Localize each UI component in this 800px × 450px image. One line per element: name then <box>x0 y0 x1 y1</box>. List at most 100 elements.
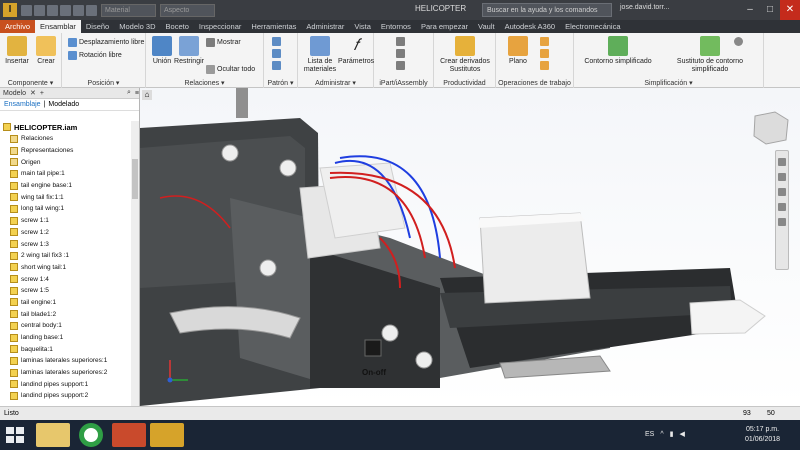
arrow-up-icon[interactable]: ^ <box>660 431 663 438</box>
mirror-button[interactable] <box>272 49 281 58</box>
tab-modelo-3d[interactable]: Modelo 3D <box>114 20 160 33</box>
maximize-button[interactable]: □ <box>760 0 780 20</box>
minimize-button[interactable]: – <box>740 0 760 20</box>
file-explorer-icon[interactable] <box>36 423 70 447</box>
tree-item[interactable]: tail engine base:1 <box>0 180 132 192</box>
tree-item-representaciones[interactable]: Representaciones <box>0 145 132 157</box>
panel-label-simplificacion[interactable]: Simplificación ▾ <box>574 79 763 87</box>
tree-item[interactable]: screw 1:3 <box>0 238 132 250</box>
home-icon[interactable] <box>86 4 97 16</box>
tab-herramientas[interactable]: Herramientas <box>246 20 301 33</box>
tree-item[interactable]: screw 1:5 <box>0 285 132 297</box>
pattern-button[interactable] <box>272 37 281 46</box>
look-at-icon[interactable] <box>778 218 786 226</box>
scroll-thumb[interactable] <box>132 159 138 199</box>
axis-button[interactable] <box>540 37 549 46</box>
tab-entornos[interactable]: Entornos <box>376 20 416 33</box>
powerpoint-icon[interactable] <box>112 423 146 447</box>
tab-archivo[interactable]: Archivo <box>0 20 36 33</box>
tree-item[interactable]: baquelita:1 <box>0 343 132 355</box>
tab-inspeccionar[interactable]: Inspeccionar <box>194 20 247 33</box>
mostrar-button[interactable]: Mostrar <box>206 38 241 47</box>
tree-item[interactable]: landind pipes support:1 <box>0 378 132 390</box>
tree-item[interactable]: tail blade1:2 <box>0 308 132 320</box>
panel-label-relaciones[interactable]: Relaciones ▾ <box>146 79 263 87</box>
viewcube-icon[interactable] <box>753 111 789 145</box>
tree-item-origen[interactable]: Origen <box>0 156 132 168</box>
browser-menu-button[interactable]: ≡ <box>135 90 139 97</box>
graphics-viewport[interactable]: ⌂ On-off <box>140 88 800 406</box>
clock[interactable]: 05:17 p.m. 01/06/2018 <box>745 425 780 445</box>
tab-vault[interactable]: Vault <box>473 20 500 33</box>
close-button[interactable]: ✕ <box>780 0 800 20</box>
language-indicator[interactable]: ES <box>645 431 654 438</box>
panel-label-componente[interactable]: Componente ▾ <box>0 79 61 87</box>
open-file-icon[interactable] <box>34 4 45 16</box>
tree-item[interactable]: screw 1:2 <box>0 227 132 239</box>
tree-item[interactable]: laminas laterales superiores:2 <box>0 367 132 379</box>
ocultar-todo-button[interactable]: Ocultar todo <box>206 65 255 74</box>
sustituto-contorno-button[interactable]: Sustituto de contorno simplificado <box>660 36 760 74</box>
parametros-button[interactable]: 𝑓 Parámetros <box>338 36 374 66</box>
ipart-button[interactable] <box>396 37 405 46</box>
tree-item[interactable]: central body:1 <box>0 320 132 332</box>
appearance-combo[interactable]: Aspecto <box>160 3 215 17</box>
tree-item[interactable]: screw 1:1 <box>0 215 132 227</box>
help-search-input[interactable]: Buscar en la ayuda y los comandos <box>482 3 612 17</box>
browser-search-button[interactable]: ⌕ <box>127 89 131 97</box>
steering-wheel-icon[interactable] <box>778 158 786 166</box>
insertar-button[interactable]: Insertar <box>4 36 30 66</box>
contorno-simplificado-button[interactable]: Contorno simplificado <box>578 36 658 66</box>
tree-item-relaciones[interactable]: Relaciones <box>0 133 132 145</box>
tree-item[interactable]: 2 wing tail fix3 :1 <box>0 250 132 262</box>
point-button[interactable] <box>540 49 549 58</box>
browser-add-button[interactable]: + <box>40 90 44 97</box>
tree-item[interactable]: landing base:1 <box>0 332 132 344</box>
home-icon[interactable]: ⌂ <box>142 90 152 100</box>
tree-item[interactable]: short wing tail:1 <box>0 262 132 274</box>
panel-label-administrar[interactable]: Administrar ▾ <box>298 79 373 87</box>
chrome-icon[interactable] <box>79 423 103 447</box>
browser-scrollbar[interactable] <box>131 121 139 406</box>
restringir-button[interactable]: Restringir <box>174 36 204 66</box>
lista-materiales-button[interactable]: Lista de materiales <box>300 36 340 74</box>
new-file-icon[interactable] <box>21 4 32 16</box>
inventor-logo-icon[interactable]: I <box>3 3 17 17</box>
copy-button[interactable] <box>272 61 281 70</box>
tab-electromecanica[interactable]: Electromecánica <box>560 20 625 33</box>
tab-autodesk-a360[interactable]: Autodesk A360 <box>500 20 560 33</box>
windows-start-icon[interactable] <box>4 425 26 445</box>
redo-icon[interactable] <box>73 4 84 16</box>
panel-label-patron[interactable]: Patrón ▾ <box>264 79 297 87</box>
desplazamiento-libre-button[interactable]: Desplazamiento libre <box>68 38 144 47</box>
tree-item[interactable]: long tail wing:1 <box>0 203 132 215</box>
ucs-button[interactable] <box>540 61 549 70</box>
browser-close-button[interactable]: ✕ <box>30 89 36 97</box>
save-icon[interactable] <box>47 4 58 16</box>
tab-para-empezar[interactable]: Para empezar <box>416 20 473 33</box>
tree-root[interactable]: HELICOPTER.iam <box>0 121 132 133</box>
tab-ensamblar[interactable]: Ensamblar <box>35 20 81 33</box>
tab-vista[interactable]: Vista <box>349 20 376 33</box>
tree-item[interactable]: main tail pipe:1 <box>0 168 132 180</box>
table-button[interactable] <box>396 61 405 70</box>
ribbon-options-button[interactable] <box>734 37 743 46</box>
undo-icon[interactable] <box>60 4 71 16</box>
crear-button[interactable]: Crear <box>34 36 58 66</box>
pan-icon[interactable] <box>778 173 786 181</box>
tree-item[interactable]: tail engine:1 <box>0 297 132 309</box>
tree-item[interactable]: screw 1:4 <box>0 273 132 285</box>
tab-diseno[interactable]: Diseño <box>81 20 114 33</box>
tree-item[interactable]: landind pipes support:2 <box>0 390 132 402</box>
rotacion-libre-button[interactable]: Rotación libre <box>68 51 122 60</box>
crear-derivados-button[interactable]: Crear derivados Sustitutos <box>436 36 494 74</box>
helicopter-model[interactable]: On-off <box>140 88 800 406</box>
plano-button[interactable]: Plano <box>504 36 532 66</box>
tree-item[interactable]: wing tail fix:1:1 <box>0 191 132 203</box>
panel-label-posicion[interactable]: Posición ▾ <box>62 79 145 87</box>
material-combo[interactable]: Material <box>101 3 156 17</box>
tab-ensamblaje[interactable]: Ensamblaje <box>4 101 41 108</box>
tab-modelado[interactable]: Modelado <box>48 101 79 108</box>
network-icon[interactable]: ▮ <box>670 430 674 438</box>
orbit-icon[interactable] <box>778 203 786 211</box>
